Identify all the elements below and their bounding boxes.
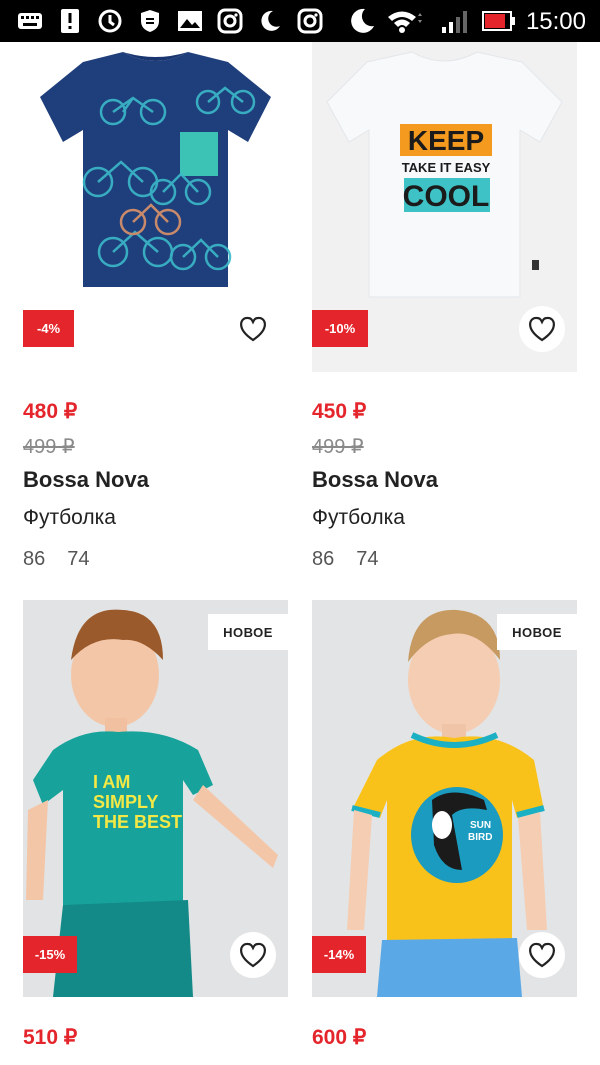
alert-icon	[56, 7, 84, 35]
size-list: 86 74	[23, 548, 112, 571]
product-image[interactable]: -4%	[23, 42, 288, 372]
status-bar: 15:00	[0, 0, 600, 42]
size-option[interactable]: 86	[312, 548, 334, 570]
keyboard-icon	[16, 7, 44, 35]
size-option[interactable]: 86	[23, 548, 45, 570]
favorite-heart-icon[interactable]	[519, 306, 565, 352]
product-image[interactable]: KEEP TAKE IT EASY COOL -10%	[312, 42, 577, 372]
price: 450 ₽	[312, 400, 367, 423]
discount-badge: -15%	[23, 936, 77, 973]
print-simply: SIMPLY	[93, 792, 158, 812]
print-sun: SUN	[470, 820, 491, 831]
favorite-heart-icon[interactable]	[230, 932, 276, 978]
tshirt-keep-cool-image: KEEP TAKE IT EASY COOL	[326, 51, 563, 298]
product-image[interactable]: SUN BIRD НОВОЕ -14%	[312, 600, 577, 997]
new-badge: НОВОЕ	[497, 614, 577, 650]
instagram-icon	[216, 7, 244, 35]
size-option[interactable]: 74	[67, 548, 89, 570]
print-keep: KEEP	[408, 125, 484, 156]
brand-name: Bossa Nova	[312, 467, 438, 492]
signal-icon	[438, 7, 472, 35]
size-option[interactable]: 74	[356, 548, 378, 570]
print-bird: BIRD	[468, 832, 492, 843]
discount-badge: -4%	[23, 310, 74, 347]
new-badge: НОВОЕ	[208, 614, 288, 650]
product-card[interactable]: I AM SIMPLY THE BEST НОВОЕ -15% 510 ₽	[23, 600, 288, 1065]
print-take-it-easy: TAKE IT EASY	[402, 160, 491, 175]
brand-name: Bossa Nova	[23, 467, 149, 492]
price: 510 ₽	[23, 1026, 78, 1049]
product-image[interactable]: I AM SIMPLY THE BEST НОВОЕ -15%	[23, 600, 288, 997]
product-type: Футболка	[312, 506, 405, 529]
clock: 15:00	[525, 8, 586, 35]
tshirt-bicycle-print-image	[40, 52, 271, 287]
favorite-heart-icon[interactable]	[519, 932, 565, 978]
product-type: Футболка	[23, 506, 116, 529]
old-price: 499 ₽	[312, 436, 364, 458]
favorite-heart-icon[interactable]	[230, 306, 276, 352]
wifi-icon	[386, 7, 422, 35]
night-mode-icon	[256, 7, 284, 35]
old-price: 499 ₽	[23, 436, 75, 458]
gallery-icon	[176, 7, 204, 35]
print-i-am: I AM	[93, 772, 130, 792]
product-card[interactable]: -4% 480 ₽ 499 ₽ Bossa Nova Футболка 86 74	[23, 42, 288, 582]
price: 480 ₽	[23, 400, 78, 423]
discount-badge: -10%	[312, 310, 368, 347]
battery-icon	[482, 7, 516, 35]
price: 600 ₽	[312, 1026, 367, 1049]
instagram-icon	[296, 7, 324, 35]
shield-app-icon	[136, 7, 164, 35]
product-card[interactable]: KEEP TAKE IT EASY COOL -10% 450 ₽ 499 ₽ …	[312, 42, 577, 582]
discount-badge: -14%	[312, 936, 366, 973]
product-card[interactable]: SUN BIRD НОВОЕ -14% 600 ₽	[312, 600, 577, 1065]
night-mode-icon	[348, 7, 376, 35]
sync-icon	[96, 7, 124, 35]
size-list: 86 74	[312, 548, 401, 571]
print-the-best: THE BEST	[93, 812, 182, 832]
print-cool: COOL	[403, 180, 490, 213]
